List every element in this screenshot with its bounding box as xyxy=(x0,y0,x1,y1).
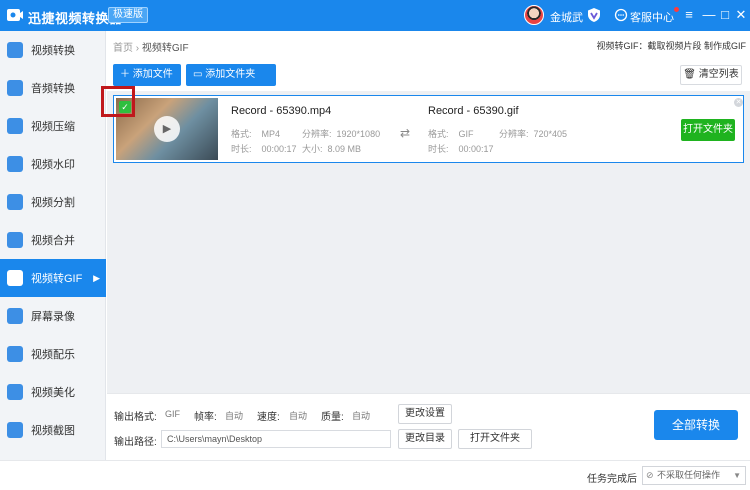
sidebar-item-video-convert[interactable]: 视频转换 xyxy=(0,31,106,69)
sidebar-item-label: 视频转GIF xyxy=(31,273,83,285)
video-music-icon xyxy=(7,346,23,362)
breadcrumb-separator: › xyxy=(135,43,140,54)
change-settings-button[interactable]: 更改设置 xyxy=(398,404,452,424)
open-folder-button[interactable]: 打开文件夹 xyxy=(681,119,735,141)
sidebar-item-label: 屏幕录像 xyxy=(31,311,75,323)
sidebar-item-video-to-gif[interactable]: 视频转GIF ▶ xyxy=(0,259,106,297)
status-bar: 任务完成后 ⊘ 不采取任何操作 ▼ xyxy=(0,460,750,490)
after-task-label: 任务完成后 xyxy=(587,474,637,485)
target-duration: 时长: 00:00:17 xyxy=(428,144,494,154)
sidebar-item-video-watermark[interactable]: 视频水印 xyxy=(0,145,106,183)
close-icon[interactable]: ✕ xyxy=(732,6,750,24)
service-center-link[interactable]: 客服中心 xyxy=(630,9,674,25)
convert-all-button[interactable]: 全部转换 xyxy=(654,410,738,440)
sidebar-item-label: 音频转换 xyxy=(31,83,75,95)
title-bar: 迅捷视频转换器 极速版 金城武 客服中心 ≡ — □ ✕ xyxy=(0,0,750,31)
main-panel: 首页 › 视频转GIF 视频转GIF：截取视频片段 制作成GIF ＋ 添加文件 … xyxy=(107,31,750,460)
video-screenshot-icon xyxy=(7,422,23,438)
output-path-label: 输出路径: xyxy=(114,437,157,448)
file-list: ✓ ▶ Record - 65390.mp4 格式: MP4 分辨率: 1920… xyxy=(107,91,750,393)
sidebar-item-label: 视频合并 xyxy=(31,235,75,247)
output-settings: 输出格式: GIF 帧率: 自动 速度: 自动 质量: 自动 更改设置 输出路径… xyxy=(107,393,750,460)
speed-label: 速度: xyxy=(257,412,280,423)
source-filename: Record - 65390.mp4 xyxy=(231,105,332,117)
sidebar-item-screen-record[interactable]: 屏幕录像 xyxy=(0,297,106,335)
fps-value: 自动 xyxy=(225,411,244,421)
output-format-label: 输出格式: xyxy=(114,412,157,423)
trash-icon: 🗑 xyxy=(683,69,696,80)
quality-value: 自动 xyxy=(352,411,371,421)
app-logo-icon xyxy=(7,9,23,21)
breadcrumb-current: 视频转GIF xyxy=(141,43,189,54)
audio-convert-icon xyxy=(7,80,23,96)
source-resolution: 分辨率: 1920*1080 xyxy=(302,129,381,139)
sidebar-item-label: 视频分割 xyxy=(31,197,75,209)
shuffle-icon: ⇄ xyxy=(400,126,411,140)
stop-icon: ⊘ xyxy=(646,470,654,480)
sidebar: 视频转换 音频转换 视频压缩 视频水印 视频分割 视频合并 视频转GIF ▶ 屏… xyxy=(0,31,106,460)
target-filename: Record - 65390.gif xyxy=(428,105,519,117)
screen-record-icon xyxy=(7,308,23,324)
video-thumbnail[interactable]: ✓ ▶ xyxy=(116,98,218,160)
username[interactable]: 金城武 xyxy=(550,9,583,25)
sidebar-item-video-screenshot[interactable]: 视频截图 xyxy=(0,411,106,449)
chat-bubble-icon[interactable] xyxy=(614,8,628,22)
menu-icon[interactable]: ≡ xyxy=(680,6,698,24)
open-output-folder-button[interactable]: 打开文件夹 xyxy=(458,429,532,449)
video-beautify-icon xyxy=(7,384,23,400)
feature-tagline: 视频转GIF：截取视频片段 制作成GIF xyxy=(596,41,747,51)
sidebar-item-audio-convert[interactable]: 音频转换 xyxy=(0,69,106,107)
clear-list-button[interactable]: 🗑 清空列表 xyxy=(680,65,742,85)
sidebar-item-video-beautify[interactable]: 视频美化 xyxy=(0,373,106,411)
sidebar-item-label: 视频截图 xyxy=(31,425,75,437)
source-format: 格式: MP4 xyxy=(231,129,281,139)
sidebar-item-video-compress[interactable]: 视频压缩 xyxy=(0,107,106,145)
video-watermark-icon xyxy=(7,156,23,172)
chevron-right-icon: ▶ xyxy=(93,272,100,283)
source-size: 大小: 8.09 MB xyxy=(302,144,362,154)
video-to-gif-icon xyxy=(7,270,23,286)
notification-dot xyxy=(674,7,679,12)
vip-shield-icon[interactable] xyxy=(586,7,602,23)
play-icon[interactable]: ▶ xyxy=(154,116,180,142)
checkbox-checked-icon[interactable]: ✓ xyxy=(119,101,131,113)
source-duration: 时长: 00:00:17 xyxy=(231,144,297,154)
video-convert-icon xyxy=(7,42,23,58)
breadcrumb: 首页 › 视频转GIF xyxy=(113,39,189,54)
sidebar-item-label: 视频水印 xyxy=(31,159,75,171)
remove-item-icon[interactable]: ✕ xyxy=(734,98,743,107)
quality-label: 质量: xyxy=(321,412,344,423)
after-task-select[interactable]: ⊘ 不采取任何操作 ▼ xyxy=(642,466,746,485)
breadcrumb-home[interactable]: 首页 xyxy=(113,43,133,54)
sidebar-item-label: 视频转换 xyxy=(31,45,75,57)
video-compress-icon xyxy=(7,118,23,134)
video-split-icon xyxy=(7,194,23,210)
change-dir-button[interactable]: 更改目录 xyxy=(398,429,452,449)
add-file-button[interactable]: ＋ 添加文件 xyxy=(113,64,181,86)
sidebar-item-label: 视频美化 xyxy=(31,387,75,399)
target-resolution: 分辨率: 720*405 xyxy=(499,129,568,139)
edition-badge: 极速版 xyxy=(108,7,148,23)
video-merge-icon xyxy=(7,232,23,248)
add-folder-button[interactable]: ▭ 添加文件夹 xyxy=(186,64,276,86)
plus-icon: ＋ xyxy=(120,69,130,80)
sidebar-item-label: 视频配乐 xyxy=(31,349,75,361)
file-item[interactable]: ✓ ▶ Record - 65390.mp4 格式: MP4 分辨率: 1920… xyxy=(113,95,744,163)
speed-value: 自动 xyxy=(289,411,308,421)
sidebar-item-video-merge[interactable]: 视频合并 xyxy=(0,221,106,259)
sidebar-item-label: 视频压缩 xyxy=(31,121,75,133)
target-format: 格式: GIF xyxy=(428,129,474,139)
sidebar-item-video-music[interactable]: 视频配乐 xyxy=(0,335,106,373)
sidebar-item-video-split[interactable]: 视频分割 xyxy=(0,183,106,221)
output-format-value: GIF xyxy=(165,409,180,419)
fps-label: 帧率: xyxy=(194,412,217,423)
folder-icon: ▭ xyxy=(193,69,203,80)
avatar[interactable] xyxy=(524,5,544,25)
output-path-input[interactable] xyxy=(161,430,391,448)
chevron-down-icon: ▼ xyxy=(733,471,741,480)
